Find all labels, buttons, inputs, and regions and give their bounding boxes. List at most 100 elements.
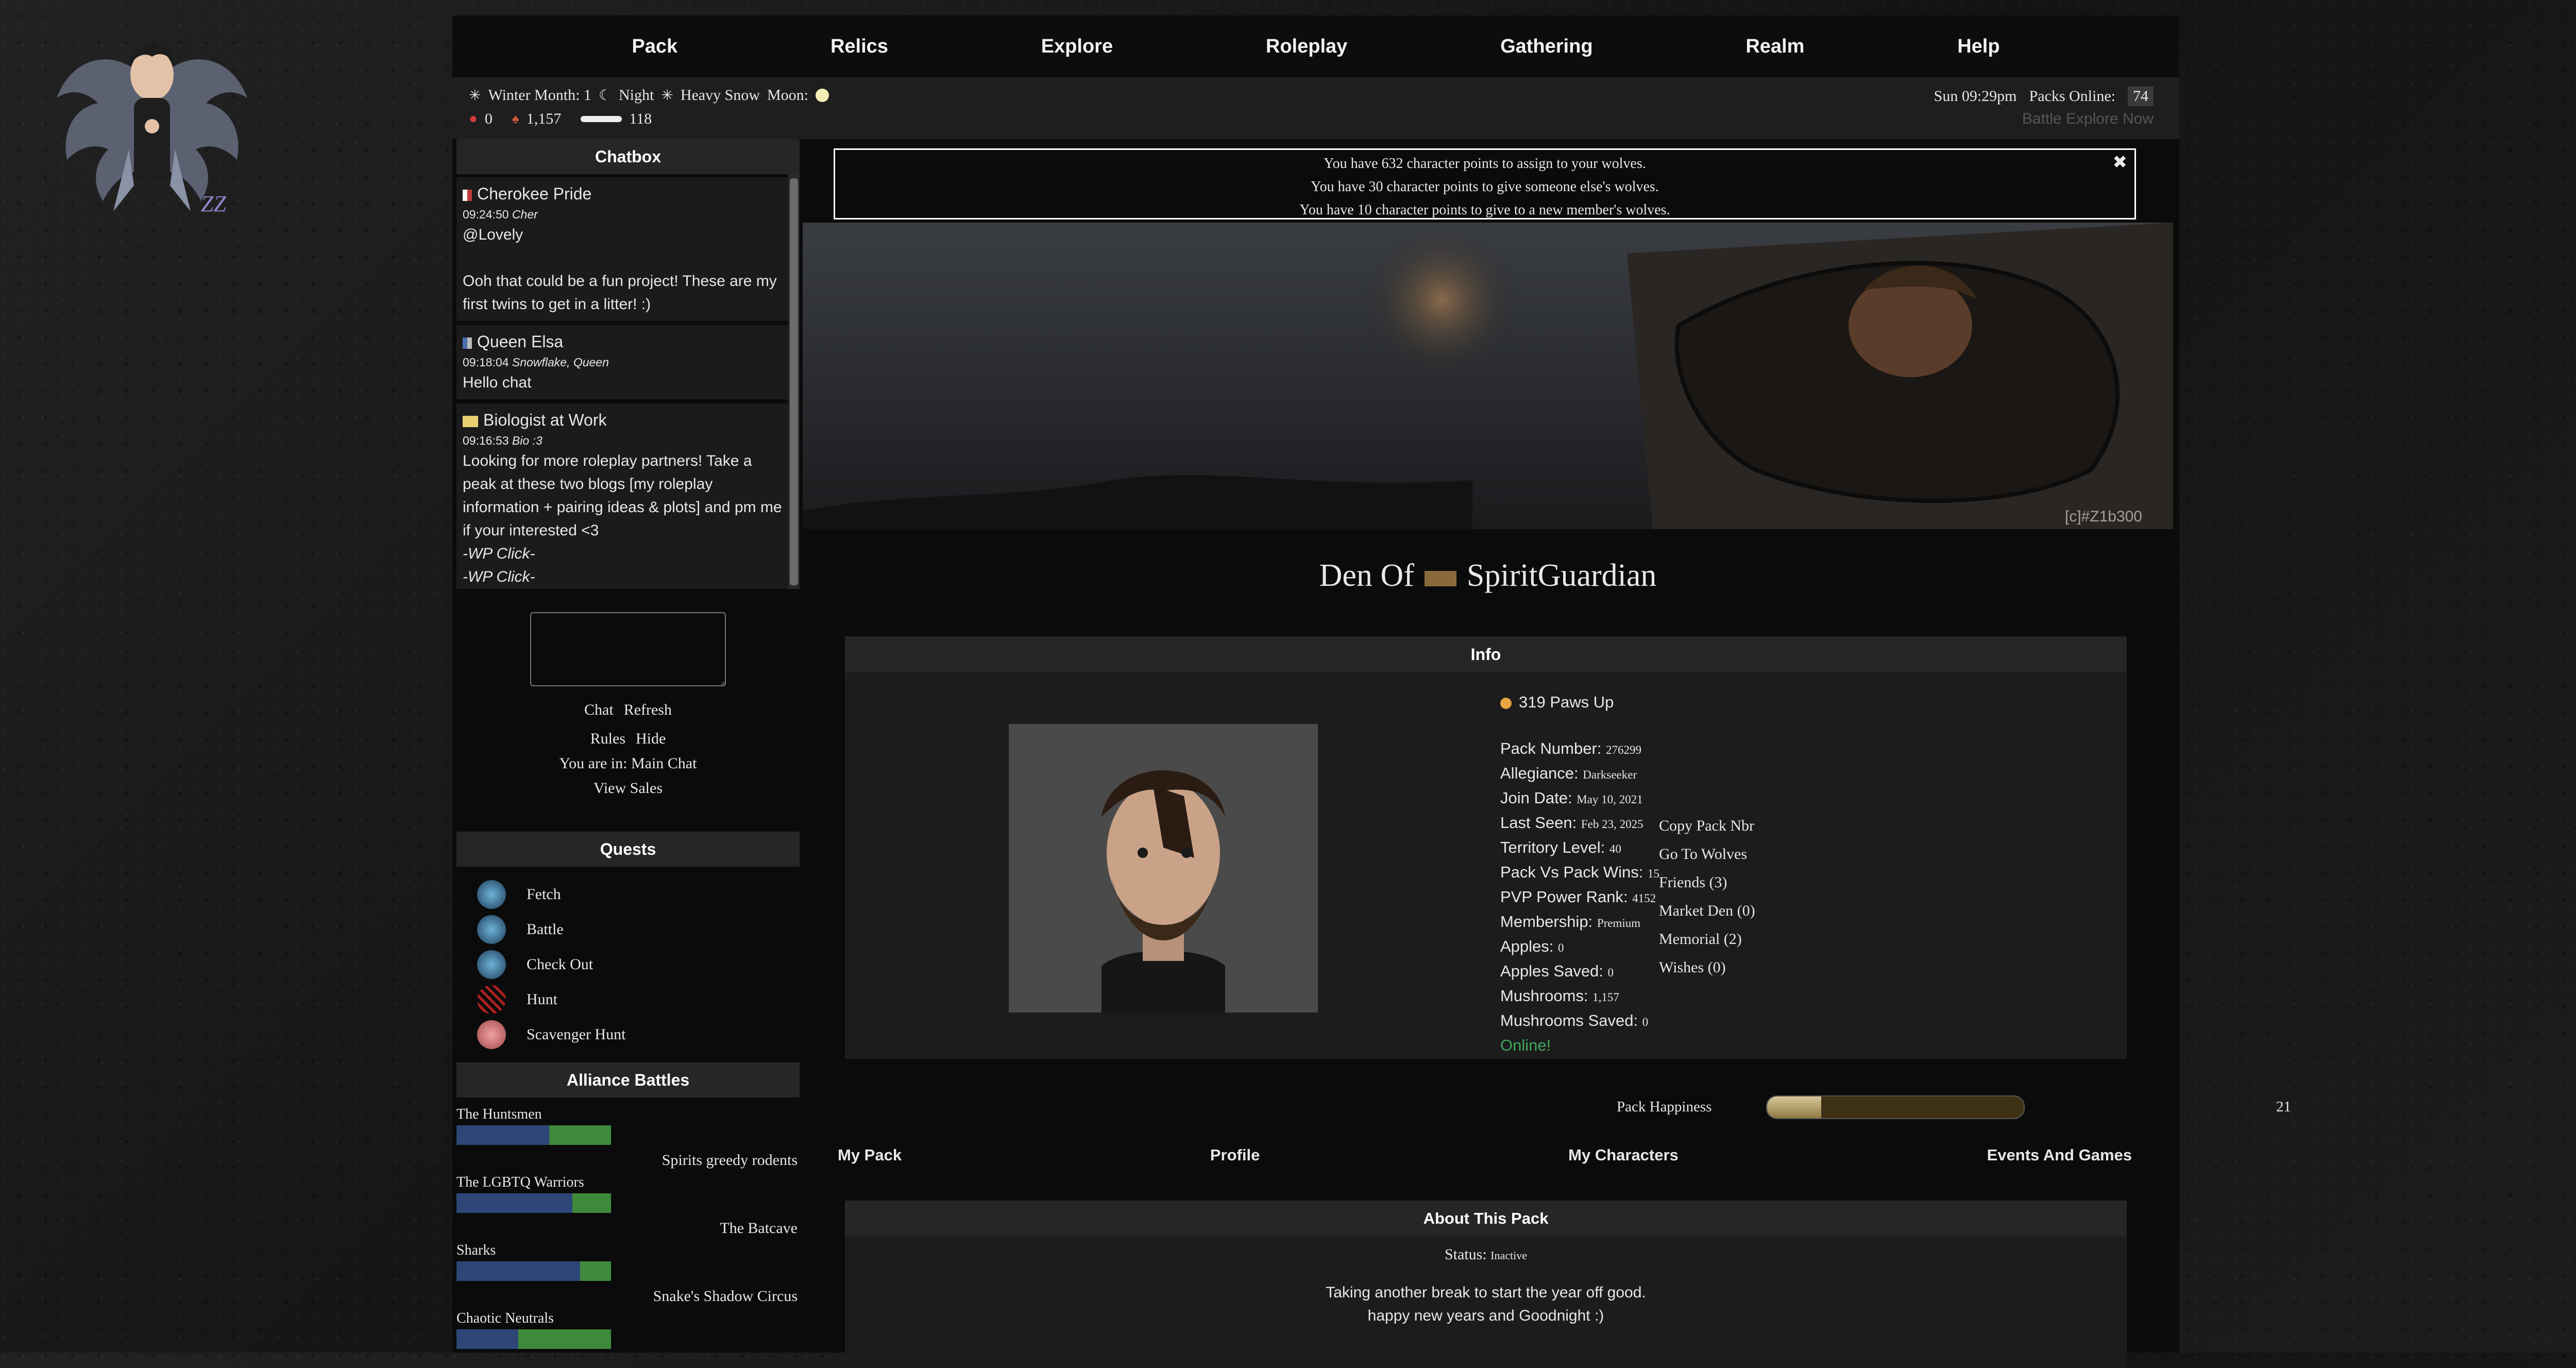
chat-line: Hello chat (463, 374, 532, 391)
notice-line: You have 10 character points to give to … (1299, 202, 1670, 218)
stat-value: Feb 23, 2025 (1581, 818, 1643, 831)
svg-text:ZZ: ZZ (201, 191, 226, 216)
alliance-bar (456, 1329, 611, 1349)
stat-value: 4152 (1632, 892, 1656, 905)
stat-label: PVP Power Rank: (1500, 888, 1628, 906)
top-nav: Pack Relics Explore Roleplay Gathering R… (452, 15, 2179, 77)
quest-hunt[interactable]: Hunt (456, 982, 800, 1017)
quest-check-out[interactable]: Check Out (456, 947, 800, 982)
alliance-opponent[interactable]: The Batcave (456, 1217, 800, 1240)
banner-credit: [c]#Z1b300 (2065, 508, 2142, 525)
quests-title: Quests (456, 832, 800, 867)
stat-row: Pack Number: 276299 (1500, 737, 1659, 762)
stat-label: Pack Number: (1500, 739, 1602, 757)
flag-icon (463, 189, 472, 201)
clock-text: Sun 09:29pm (1934, 88, 2017, 105)
close-icon[interactable]: ✖ (2113, 151, 2128, 174)
packs-online-count: 74 (2128, 87, 2154, 106)
chat-author[interactable]: Queen Elsa (477, 332, 563, 351)
about-pack-panel: About This Pack Status: Inactive Taking … (845, 1201, 2127, 1368)
tab-events-and-games[interactable]: Events And Games (1983, 1146, 2136, 1164)
quest-fetch[interactable]: Fetch (456, 877, 800, 912)
about-line: happy new years and Goodnight :) (1367, 1307, 1604, 1324)
alliance-opponent[interactable]: Spirits greedy rodents (456, 1149, 800, 1172)
market-den-link[interactable]: Market Den (0) (1659, 897, 1755, 925)
chat-time: 09:24:50 (463, 208, 509, 221)
friends-link[interactable]: Friends (3) (1659, 868, 1755, 897)
stat-value: Premium (1597, 917, 1641, 930)
chatbox-title: Chatbox (456, 139, 800, 174)
claw-icon (477, 915, 506, 944)
stat-label: Membership: (1500, 913, 1593, 931)
alliance-opponent[interactable]: Snake's Shadow Circus (456, 1285, 800, 1308)
chat-nick: Cher (512, 208, 538, 221)
chat-line: Looking for more roleplay partners! Take… (463, 452, 782, 539)
tab-my-characters[interactable]: My Characters (1564, 1146, 1683, 1164)
go-to-wolves-link[interactable]: Go To Wolves (1659, 840, 1755, 868)
stat-value: 0 (1642, 1016, 1649, 1028)
alliance-team[interactable]: The Huntsmen (456, 1104, 800, 1125)
quest-label[interactable]: Scavenger Hunt (527, 1026, 625, 1043)
chat-author[interactable]: Cherokee Pride (477, 184, 591, 203)
rules-link[interactable]: Rules (590, 730, 625, 747)
tab-profile[interactable]: Profile (1206, 1146, 1264, 1164)
stat-label: Mushrooms Saved: (1500, 1011, 1638, 1029)
quest-label[interactable]: Hunt (527, 991, 557, 1008)
tab-my-pack[interactable]: My Pack (834, 1146, 906, 1164)
nav-roleplay[interactable]: Roleplay (1266, 36, 1347, 58)
quest-label[interactable]: Battle (527, 921, 564, 938)
chat-button[interactable]: Chat (584, 701, 614, 718)
chat-author[interactable]: Biologist at Work (483, 411, 607, 429)
alliance-bar (456, 1125, 611, 1145)
about-line: Taking another break to start the year o… (1326, 1284, 1646, 1301)
status-bar: ✳ Winter Month: 1 ☾ Night ✳ Heavy Snow M… (452, 77, 2179, 139)
chat-location: You are in: Main Chat (559, 755, 697, 772)
wishes-link[interactable]: Wishes (0) (1659, 953, 1755, 982)
chat-line: @Lovely (463, 226, 523, 243)
nav-pack[interactable]: Pack (632, 36, 677, 58)
copy-pack-number-link[interactable]: Copy Pack Nbr (1659, 812, 1755, 840)
full-moon-icon (816, 89, 829, 102)
alliance-team[interactable]: The LGBTQ Warriors (456, 1172, 800, 1193)
view-sales-link[interactable]: View Sales (594, 780, 663, 797)
chat-scrollbar[interactable] (788, 174, 800, 589)
alliance-team[interactable]: Chaotic Neutrals (456, 1308, 800, 1329)
pack-links: Copy Pack Nbr Go To Wolves Friends (3) M… (1659, 812, 1755, 982)
nav-gathering[interactable]: Gathering (1500, 36, 1592, 58)
nav-relics[interactable]: Relics (831, 36, 888, 58)
site-logo[interactable]: ZZ (52, 15, 252, 222)
snowflake-icon: ✳ (469, 88, 481, 104)
nav-realm[interactable]: Realm (1745, 36, 1804, 58)
quest-label[interactable]: Check Out (527, 956, 593, 973)
chat-link[interactable]: -WP Click- (463, 542, 782, 565)
bones-count: 118 (629, 110, 652, 127)
refresh-button[interactable]: Refresh (624, 701, 672, 718)
nav-explore[interactable]: Explore (1041, 36, 1113, 58)
memorial-link[interactable]: Memorial (2) (1659, 925, 1755, 953)
quest-scavenger-hunt[interactable]: Scavenger Hunt (456, 1017, 800, 1052)
pack-avatar[interactable] (1009, 724, 1318, 1012)
online-status: Online! (1500, 1036, 1551, 1054)
paws-up[interactable]: 319 Paws Up (1519, 693, 1614, 711)
stat-row: Mushrooms Saved: 0 (1500, 1009, 1659, 1034)
stat-label: Apples Saved: (1500, 962, 1603, 980)
main-frame: Pack Relics Explore Roleplay Gathering R… (452, 15, 2291, 1368)
flag-icon (463, 415, 478, 427)
scratch-icon (477, 985, 506, 1014)
quest-label[interactable]: Fetch (527, 886, 561, 903)
quest-battle[interactable]: Battle (456, 912, 800, 947)
chat-line (463, 246, 782, 269)
info-title: Info (845, 636, 2127, 672)
den-title: Den Of SpiritGuardian (803, 558, 2173, 594)
chat-link[interactable]: -WP Click- (463, 565, 782, 588)
sub-status-text: Battle Explore Now (2022, 110, 2154, 127)
chat-input[interactable] (530, 612, 726, 686)
stat-value: 15 (1647, 867, 1659, 880)
stat-row: Mushrooms: 1,157 (1500, 984, 1659, 1009)
hide-link[interactable]: Hide (636, 730, 666, 747)
chatbox[interactable]: Cherokee Pride 09:24:50 Cher @Lovely Ooh… (456, 174, 800, 589)
chat-scroll-thumb[interactable] (790, 178, 798, 585)
alliance-team[interactable]: Sharks (456, 1240, 800, 1261)
stat-row: Allegiance: Darkseeker (1500, 762, 1659, 786)
nav-help[interactable]: Help (1957, 36, 1999, 58)
